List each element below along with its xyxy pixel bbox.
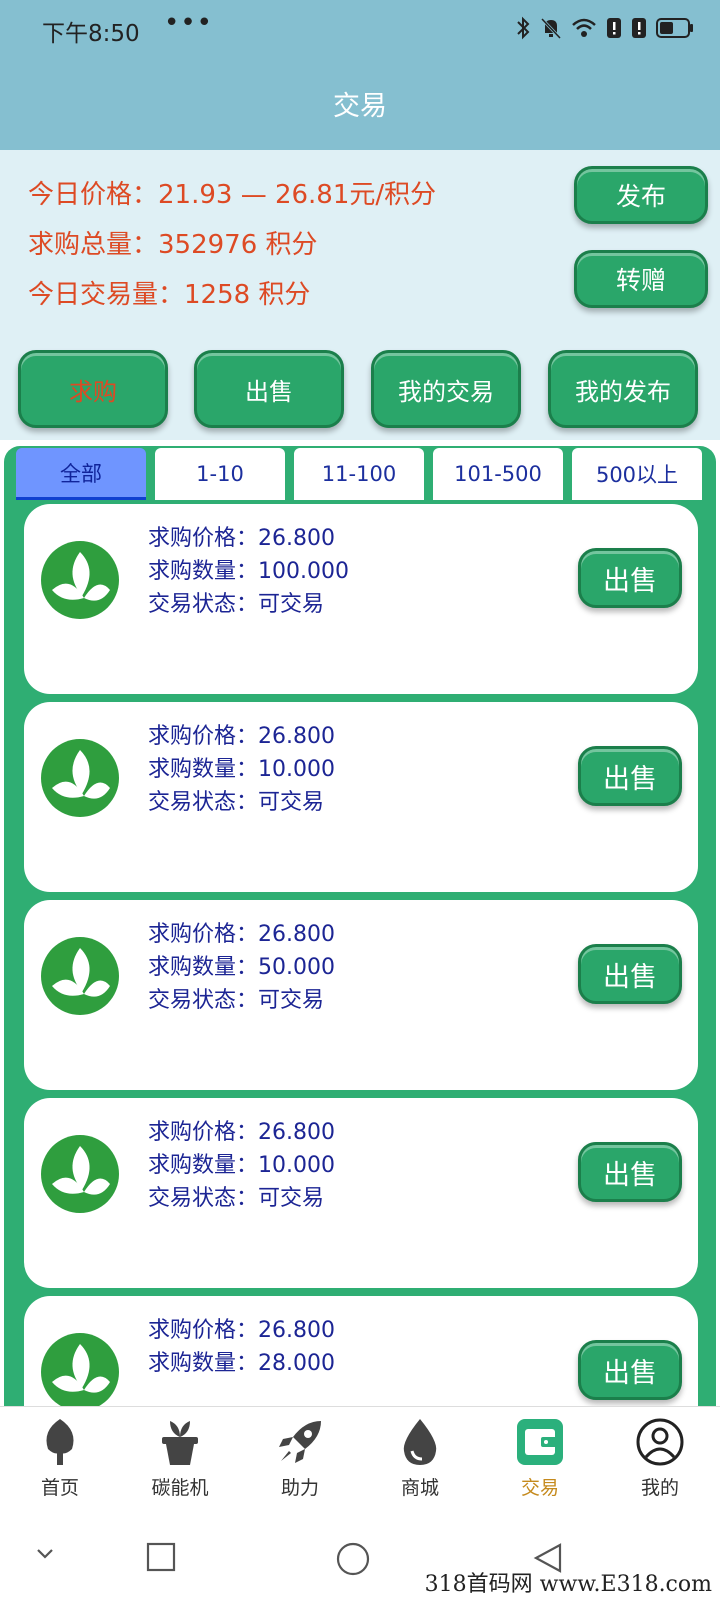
list-item: 求购价格：26.800 求购数量：100.000 交易状态：可交易 出售 <box>24 504 698 694</box>
status-bar: 下午8:50 ••• <box>0 0 720 56</box>
signal-2-icon <box>632 18 646 38</box>
list-item: 求购价格：26.800 求购数量：10.000 交易状态：可交易 出售 <box>24 702 698 892</box>
tab-sell[interactable]: 出售 <box>194 350 344 428</box>
filter-101-500[interactable]: 101-500 <box>433 448 563 500</box>
sell-button[interactable]: 出售 <box>578 944 682 1004</box>
nav-carbon-machine[interactable]: 碳能机 <box>120 1407 240 1516</box>
order-price: 求购价格：26.800 <box>148 724 335 749</box>
order-status: 交易状态：可交易 <box>148 790 325 815</box>
water-drop-icon <box>403 1419 437 1465</box>
leaf-logo-icon <box>41 1135 119 1213</box>
list-item: 求购价格：26.800 求购数量：28.000 出售 <box>24 1296 698 1406</box>
tab-buy[interactable]: 求购 <box>18 350 168 428</box>
leaf-logo-icon <box>41 937 119 1015</box>
today-price: 今日价格：21.93 — 26.81元/积分 <box>28 180 437 210</box>
rocket-icon <box>279 1421 321 1463</box>
recents-square-icon[interactable] <box>146 1542 176 1572</box>
transfer-button[interactable]: 转赠 <box>574 250 708 308</box>
sell-button[interactable]: 出售 <box>578 548 682 608</box>
order-price: 求购价格：26.800 <box>148 526 335 551</box>
plant-pot-icon <box>162 1421 198 1465</box>
header-bar: 下午8:50 ••• 交易 <box>0 0 720 150</box>
total-demand: 求购总量：352976 积分 <box>28 230 318 260</box>
order-quantity: 求购数量：50.000 <box>148 955 335 980</box>
watermark: 318首码网 www.E318.com <box>424 1572 712 1597</box>
order-status: 交易状态：可交易 <box>148 1186 325 1211</box>
filter-1-10[interactable]: 1-10 <box>155 448 285 500</box>
signal-1-icon <box>607 18 621 38</box>
filter-11-100[interactable]: 11-100 <box>294 448 424 500</box>
filter-all[interactable]: 全部 <box>16 448 146 500</box>
battery-icon <box>656 18 693 38</box>
status-menu-dots: ••• <box>164 8 214 38</box>
order-quantity: 求购数量：10.000 <box>148 1153 335 1178</box>
page-title: 交易 <box>333 91 387 122</box>
wifi-icon <box>572 18 596 37</box>
order-status: 交易状态：可交易 <box>148 592 325 617</box>
order-quantity: 求购数量：100.000 <box>148 559 349 584</box>
nav-trade[interactable]: 交易 <box>480 1407 600 1516</box>
tab-my-posts[interactable]: 我的发布 <box>548 350 698 428</box>
nav-mall[interactable]: 商城 <box>360 1407 480 1516</box>
sell-button[interactable]: 出售 <box>578 746 682 806</box>
bottom-nav: 首页 碳能机 助力 商城 交易 我的 <box>0 1406 720 1516</box>
filter-500-plus[interactable]: 500以上 <box>572 448 702 500</box>
order-price: 求购价格：26.800 <box>148 1318 335 1343</box>
user-icon <box>636 1418 684 1466</box>
status-time: 下午8:50 <box>42 21 140 47</box>
tab-my-trades[interactable]: 我的交易 <box>371 350 521 428</box>
leaf-logo-icon <box>41 541 119 619</box>
order-price: 求购价格：26.800 <box>148 1120 335 1145</box>
list-item: 求购价格：26.800 求购数量：50.000 交易状态：可交易 出售 <box>24 900 698 1090</box>
order-quantity: 求购数量：28.000 <box>148 1351 335 1376</box>
bluetooth-icon <box>517 16 530 40</box>
sell-button[interactable]: 出售 <box>578 1340 682 1400</box>
status-icons <box>515 16 694 40</box>
order-status: 交易状态：可交易 <box>148 988 325 1013</box>
filter-tabs: 全部 1-10 11-100 101-500 500以上 <box>16 448 716 504</box>
order-price: 求购价格：26.800 <box>148 922 335 947</box>
sell-button[interactable]: 出售 <box>578 1142 682 1202</box>
tree-icon <box>46 1419 74 1465</box>
list-item: 求购价格：26.800 求购数量：10.000 交易状态：可交易 出售 <box>24 1098 698 1288</box>
order-quantity: 求购数量：10.000 <box>148 757 335 782</box>
order-list[interactable]: 全部 1-10 11-100 101-500 500以上 求购价格：26.800… <box>4 446 716 1406</box>
nav-boost[interactable]: 助力 <box>240 1407 360 1516</box>
publish-button[interactable]: 发布 <box>574 166 708 224</box>
leaf-logo-icon <box>41 739 119 817</box>
nav-profile[interactable]: 我的 <box>600 1407 720 1516</box>
leaf-logo-icon <box>41 1333 119 1406</box>
mute-bell-icon <box>540 17 562 40</box>
home-circle-icon[interactable] <box>336 1542 370 1576</box>
today-volume: 今日交易量：1258 积分 <box>28 280 311 310</box>
wallet-icon <box>517 1419 563 1465</box>
chevron-down-icon[interactable] <box>34 1542 56 1564</box>
nav-home[interactable]: 首页 <box>0 1407 120 1516</box>
